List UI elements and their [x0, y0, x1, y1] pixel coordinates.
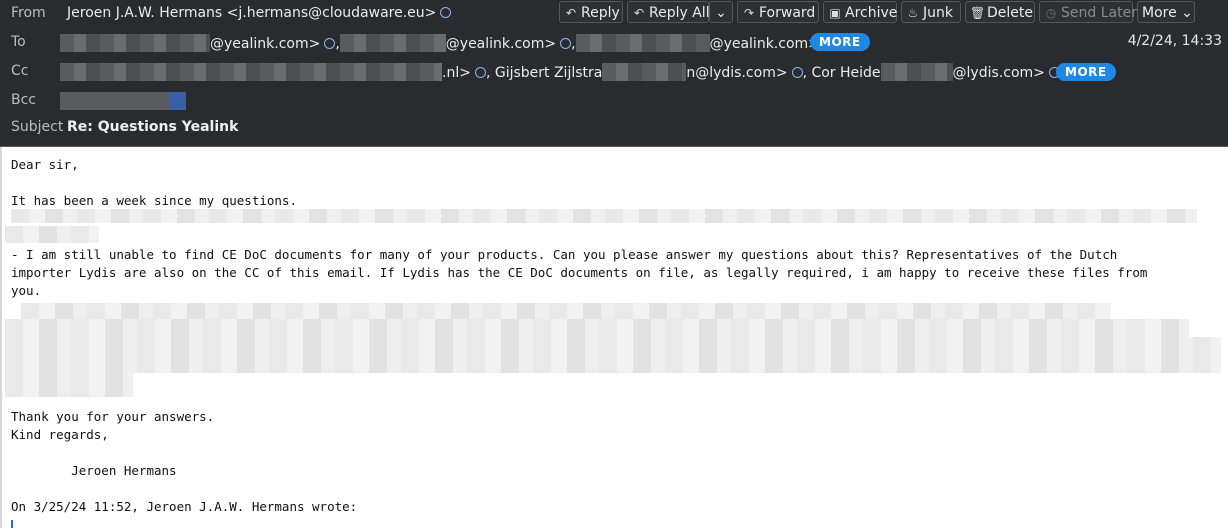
cc-recipient-3-name[interactable]: , Cor Heide [803, 65, 881, 81]
bcc-label: Bcc [11, 92, 36, 108]
reply-button[interactable]: ↶ Reply [559, 1, 623, 23]
reply-all-dropdown[interactable]: ⌄ [709, 1, 733, 23]
to-more-button[interactable]: MORE [810, 33, 870, 51]
to-label: To [11, 34, 26, 50]
cc-recipients[interactable]: .nl> , Gijsbert Zijlstra n@lydis.com> , Cor… [60, 63, 1060, 81]
redacted-name [880, 63, 953, 81]
cc-recipient-2-address[interactable]: n@lydis.com> [686, 65, 787, 81]
redacted-name [60, 92, 186, 110]
contact-icon[interactable] [474, 67, 486, 78]
junk-button[interactable]: ♨ Junk [901, 1, 961, 23]
redacted-name [60, 34, 210, 52]
message-subject: Re: Questions Yealink [67, 119, 239, 135]
contact-icon[interactable] [791, 67, 803, 78]
message-date: 4/2/24, 14:33 [1127, 33, 1222, 49]
contact-icon[interactable] [324, 38, 336, 49]
reply-icon: ↶ [565, 6, 577, 20]
redacted-text [11, 209, 1197, 223]
redacted-name [60, 63, 442, 81]
contact-icon[interactable] [440, 7, 452, 18]
to-recipients[interactable]: @yealink.com>, @yealink.com>, @yealink.com… [60, 34, 835, 52]
redacted-text [5, 355, 1221, 373]
from-address[interactable]: Jeroen J.A.W. Hermans <j.hermans@cloudaw… [67, 5, 452, 21]
cc-recipient-2-name[interactable]: , Gijsbert Zijlstra [486, 65, 602, 81]
chevron-down-icon: ⌄ [715, 5, 727, 21]
redacted-name [575, 34, 710, 52]
redacted-text [5, 337, 1221, 355]
more-button[interactable]: More ⌄ [1137, 1, 1195, 23]
quote-attribution: On 3/25/24 11:52, Jeroen J.A.W. Hermans … [11, 499, 358, 514]
junk-icon: ♨ [907, 6, 919, 20]
trash-icon: 🗑 [970, 6, 986, 20]
cc-recipient-1[interactable]: .nl> [442, 65, 471, 81]
message-header: From Jeroen J.A.W. Hermans <j.hermans@cl… [0, 0, 1228, 146]
redacted-name [339, 34, 446, 52]
header-divider [0, 146, 1228, 147]
cc-label: Cc [11, 63, 29, 79]
body-thanks: Thank you for your answers. [11, 409, 215, 424]
from-value[interactable]: Jeroen J.A.W. Hermans <j.hermans@cloudaw… [67, 5, 436, 21]
reply-all-icon: ↶ [633, 6, 645, 20]
body-regards: Kind regards, [11, 427, 109, 442]
to-recipient-1[interactable]: @yealink.com> [210, 36, 320, 52]
redacted-text [5, 319, 1189, 337]
body-paragraph-line: importer Lydis are also on the CC of thi… [11, 265, 1148, 280]
body-paragraph-line: - I am still unable to find CE DoC docum… [11, 247, 1118, 262]
forward-button[interactable]: ↷ Forward [737, 1, 819, 23]
reply-all-button[interactable]: ↶ Reply All [627, 1, 710, 23]
to-recipient-3[interactable]: @yealink.com> [710, 36, 820, 52]
from-label: From [11, 5, 46, 21]
redacted-text [5, 226, 99, 243]
body-left-border [0, 147, 2, 528]
redacted-name [602, 63, 687, 81]
redacted-text [5, 373, 133, 397]
quote-marker [11, 520, 13, 528]
contact-icon[interactable] [560, 38, 572, 49]
bcc-recipients[interactable] [60, 92, 186, 110]
body-paragraph-line: you. [11, 283, 42, 298]
clock-icon: ◷ [1045, 6, 1057, 20]
cc-more-button[interactable]: MORE [1056, 63, 1116, 81]
body-greeting: Dear sir, [11, 157, 79, 172]
archive-button[interactable]: ▣ Archive [823, 1, 897, 23]
cc-recipient-3-address[interactable]: @lydis.com> [953, 65, 1045, 81]
delete-button[interactable]: 🗑 Delete [965, 1, 1035, 23]
archive-icon: ▣ [829, 6, 841, 20]
body-line: It has been a week since my questions. [11, 193, 297, 208]
chevron-down-icon: ⌄ [1181, 5, 1193, 21]
body-signature: Jeroen Hermans [11, 463, 177, 478]
send-later-button[interactable]: ◷ Send Later [1039, 1, 1137, 23]
subject-label: Subject [11, 119, 64, 135]
redacted-text [21, 303, 1111, 319]
to-recipient-2[interactable]: @yealink.com> [446, 36, 556, 52]
forward-icon: ↷ [743, 6, 755, 20]
